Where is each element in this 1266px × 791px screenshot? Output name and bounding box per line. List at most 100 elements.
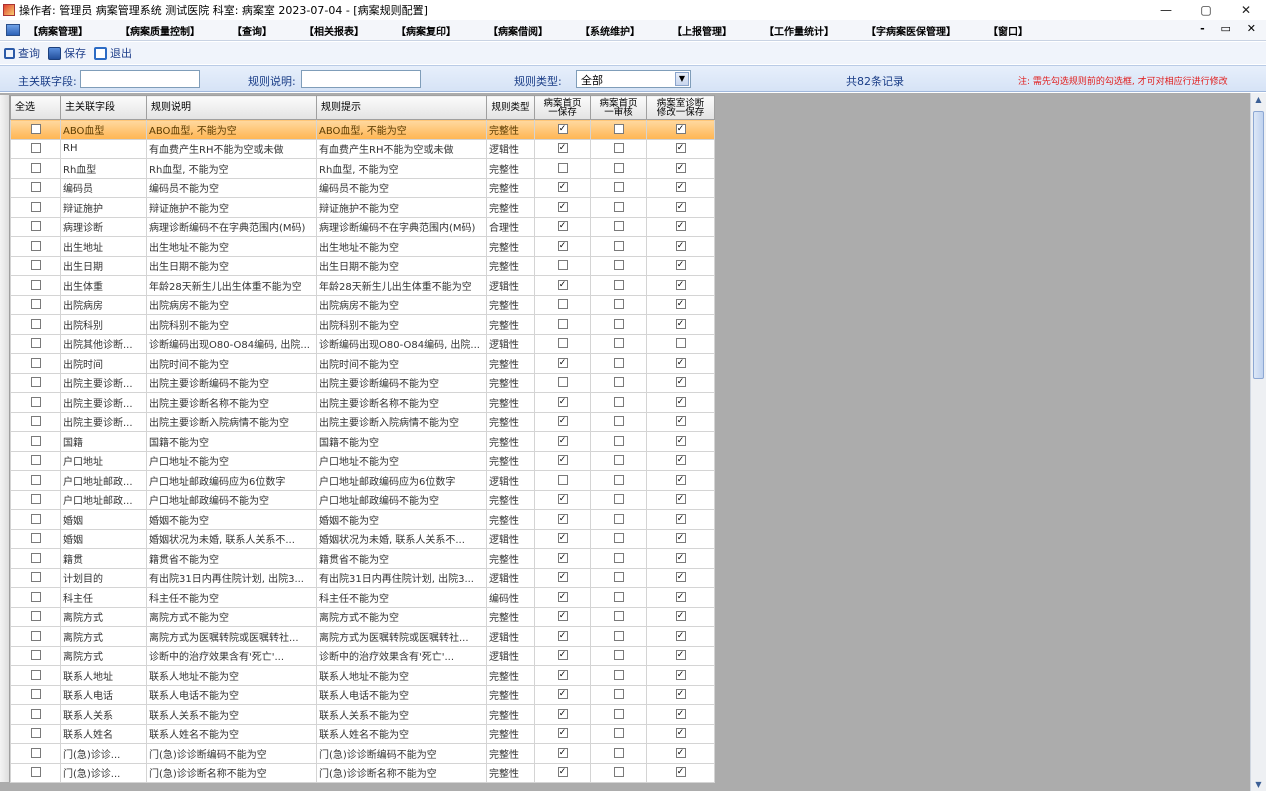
row-select-checkbox[interactable] xyxy=(30,474,41,485)
hint-header[interactable]: 规则提示 xyxy=(316,95,487,120)
row-select-checkbox[interactable] xyxy=(30,494,41,505)
diagnosis-save-checkbox[interactable]: ✓ xyxy=(675,747,686,758)
row-select-checkbox[interactable] xyxy=(30,240,41,251)
homepage-save-checkbox[interactable]: ✓ xyxy=(557,650,568,661)
table-row[interactable]: 科主任 科主任不能为空 科主任不能为空 编码性 ✓ ✓ xyxy=(10,587,715,608)
homepage-save-checkbox[interactable]: ✓ xyxy=(557,611,568,622)
row-select-checkbox[interactable] xyxy=(30,299,41,310)
row-select-checkbox[interactable] xyxy=(30,708,41,719)
homepage-audit-checkbox[interactable] xyxy=(613,240,624,251)
row-select-checkbox[interactable] xyxy=(30,338,41,349)
table-row[interactable]: 出生日期 出生日期不能为空 出生日期不能为空 完整性 ✓ xyxy=(10,255,715,276)
row-select-checkbox[interactable] xyxy=(30,221,41,232)
table-row[interactable]: 婚姻 婚姻不能为空 婚姻不能为空 完整性 ✓ ✓ xyxy=(10,509,715,530)
table-row[interactable]: Rh血型 Rh血型, 不能为空 Rh血型, 不能为空 完整性 ✓ xyxy=(10,158,715,179)
diagnosis-save-checkbox[interactable]: ✓ xyxy=(675,377,686,388)
table-row[interactable]: 出院主要诊断... 出院主要诊断入院病情不能为空 出院主要诊断入院病情不能为空 完整性… xyxy=(10,411,715,432)
type-filter-select[interactable]: 全部 ▼ xyxy=(576,70,691,88)
diagnosis-save-checkbox[interactable]: ✓ xyxy=(675,416,686,427)
table-row[interactable]: 病理诊断 病理诊断编码不在字典范围内(M码) 病理诊断编码不在字典范围内(M码) 合理… xyxy=(10,216,715,237)
homepage-audit-checkbox[interactable] xyxy=(613,474,624,485)
table-row[interactable]: 出院其他诊断... 诊断编码出现O80-O84编码, 出院... 诊断编码出现O80… xyxy=(10,333,715,354)
diagnosis-save-checkbox[interactable]: ✓ xyxy=(675,494,686,505)
homepage-audit-checkbox[interactable] xyxy=(613,279,624,290)
row-select-checkbox[interactable] xyxy=(30,689,41,700)
homepage-audit-checkbox[interactable] xyxy=(613,513,624,524)
table-row[interactable]: 门(急)诊诊... 门(急)诊诊断编码不能为空 门(急)诊诊断编码不能为空 完整性 ✓ ✓ xyxy=(10,743,715,764)
diagnosis-save-checkbox[interactable]: ✓ xyxy=(675,123,686,134)
diagnosis-save-checkbox[interactable]: ✓ xyxy=(675,708,686,719)
diagnosis-save-checkbox[interactable]: ✓ xyxy=(675,630,686,641)
diagnosis-save-checkbox[interactable]: ✓ xyxy=(675,143,686,154)
menu-window[interactable]: 【窗口】 xyxy=(988,23,1028,38)
homepage-audit-checkbox[interactable] xyxy=(613,494,624,505)
homepage-save-checkbox[interactable]: ✓ xyxy=(557,513,568,524)
row-select-checkbox[interactable] xyxy=(30,650,41,661)
table-row[interactable]: 出院病房 出院病房不能为空 出院病房不能为空 完整性 ✓ xyxy=(10,294,715,315)
homepage-save-checkbox[interactable]: ✓ xyxy=(557,552,568,563)
homepage-audit-checkbox[interactable] xyxy=(613,162,624,173)
row-select-checkbox[interactable] xyxy=(30,357,41,368)
homepage-audit-checkbox[interactable] xyxy=(613,318,624,329)
homepage-save-header[interactable]: 病案首页 一保存 xyxy=(534,95,591,120)
row-select-checkbox[interactable] xyxy=(30,767,41,778)
menu-maintenance[interactable]: 【系统维护】 xyxy=(580,23,640,38)
diagnosis-save-checkbox[interactable]: ✓ xyxy=(675,513,686,524)
chevron-down-icon[interactable]: ▼ xyxy=(675,72,689,86)
row-select-checkbox[interactable] xyxy=(30,747,41,758)
homepage-save-checkbox[interactable]: ✓ xyxy=(557,747,568,758)
homepage-save-checkbox[interactable] xyxy=(557,338,568,349)
table-row[interactable]: 出院时间 出院时间不能为空 出院时间不能为空 完整性 ✓ ✓ xyxy=(10,353,715,374)
scroll-up-icon[interactable]: ▲ xyxy=(1253,95,1264,104)
row-select-checkbox[interactable] xyxy=(30,552,41,563)
diagnosis-save-checkbox[interactable]: ✓ xyxy=(675,455,686,466)
desc-header[interactable]: 规则说明 xyxy=(146,95,317,120)
table-row[interactable]: 联系人地址 联系人地址不能为空 联系人地址不能为空 完整性 ✓ ✓ xyxy=(10,665,715,686)
desc-filter-input[interactable] xyxy=(301,70,421,88)
row-select-checkbox[interactable] xyxy=(30,669,41,680)
homepage-audit-checkbox[interactable] xyxy=(613,650,624,661)
row-select-checkbox[interactable] xyxy=(30,533,41,544)
row-select-checkbox[interactable] xyxy=(30,396,41,407)
row-select-checkbox[interactable] xyxy=(30,435,41,446)
table-row[interactable]: 户口地址邮政... 户口地址邮政编码应为6位数字 户口地址邮政编码应为6位数字 逻辑性… xyxy=(10,470,715,491)
homepage-audit-checkbox[interactable] xyxy=(613,455,624,466)
table-row[interactable]: 离院方式 离院方式为医嘱转院或医嘱转社... 离院方式为医嘱转院或医嘱转社... 逻辑… xyxy=(10,626,715,647)
homepage-save-checkbox[interactable]: ✓ xyxy=(557,728,568,739)
homepage-audit-checkbox[interactable] xyxy=(613,611,624,622)
homepage-save-checkbox[interactable]: ✓ xyxy=(557,669,568,680)
table-row[interactable]: 联系人电话 联系人电话不能为空 联系人电话不能为空 完整性 ✓ ✓ xyxy=(10,684,715,705)
diagnosis-save-checkbox[interactable]: ✓ xyxy=(675,240,686,251)
diagnosis-save-checkbox[interactable]: ✓ xyxy=(675,299,686,310)
row-select-checkbox[interactable] xyxy=(30,611,41,622)
scrollbar-thumb[interactable] xyxy=(1253,111,1264,379)
homepage-audit-checkbox[interactable] xyxy=(613,123,624,134)
diagnosis-save-checkbox[interactable]: ✓ xyxy=(675,650,686,661)
table-row[interactable]: 门(急)诊诊... 门(急)诊诊断名称不能为空 门(急)诊诊断名称不能为空 完整性 ✓ ✓ xyxy=(10,762,715,783)
table-row[interactable]: 出院主要诊断... 出院主要诊断名称不能为空 出院主要诊断名称不能为空 完整性 ✓ ✓ xyxy=(10,392,715,413)
homepage-save-checkbox[interactable]: ✓ xyxy=(557,767,568,778)
homepage-save-checkbox[interactable]: ✓ xyxy=(557,494,568,505)
homepage-audit-checkbox[interactable] xyxy=(613,201,624,212)
homepage-save-checkbox[interactable] xyxy=(557,260,568,271)
homepage-audit-checkbox[interactable] xyxy=(613,689,624,700)
homepage-audit-checkbox[interactable] xyxy=(613,377,624,388)
menu-reporting[interactable]: 【上报管理】 xyxy=(672,23,732,38)
menu-reports[interactable]: 【相关报表】 xyxy=(304,23,364,38)
table-row[interactable]: 辩证施护 辩证施护不能为空 辩证施护不能为空 完整性 ✓ ✓ xyxy=(10,197,715,218)
table-row[interactable]: 婚姻 婚姻状况为未婚, 联系人关系不... 婚姻状况为未婚, 联系人关系不... 逻辑… xyxy=(10,528,715,549)
homepage-audit-checkbox[interactable] xyxy=(613,728,624,739)
type-header[interactable]: 规则类型 xyxy=(486,95,535,120)
menu-insurance[interactable]: 【字病案医保管理】 xyxy=(866,23,956,38)
homepage-audit-checkbox[interactable] xyxy=(613,767,624,778)
query-button[interactable]: 查询 xyxy=(4,45,40,61)
homepage-audit-checkbox[interactable] xyxy=(613,260,624,271)
save-button[interactable]: 保存 xyxy=(48,45,86,61)
menu-borrow[interactable]: 【病案借阅】 xyxy=(488,23,548,38)
homepage-audit-checkbox[interactable] xyxy=(613,630,624,641)
homepage-audit-checkbox[interactable] xyxy=(613,552,624,563)
diagnosis-save-checkbox[interactable]: ✓ xyxy=(675,260,686,271)
table-row[interactable]: RH 有血费产生RH不能为空或未做 有血费产生RH不能为空或未做 逻辑性 ✓ ✓ xyxy=(10,138,715,159)
diagnosis-save-checkbox[interactable]: ✓ xyxy=(675,318,686,329)
homepage-save-checkbox[interactable] xyxy=(557,377,568,388)
